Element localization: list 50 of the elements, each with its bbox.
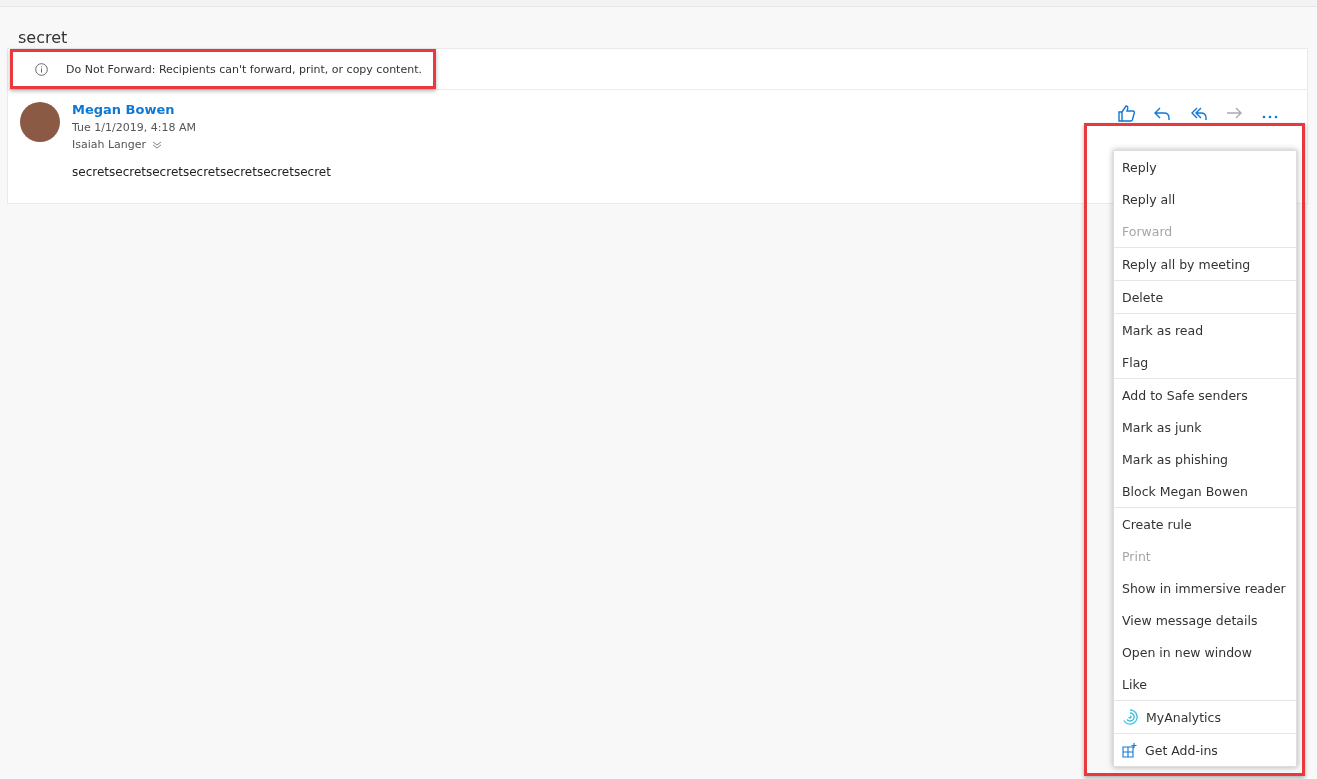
menu-item-label: Print bbox=[1122, 548, 1151, 564]
menu-item-label: Create rule bbox=[1122, 516, 1192, 532]
recipient-name: Isaiah Langer bbox=[72, 138, 147, 151]
more-icon bbox=[1262, 115, 1278, 119]
menu-item-label: Reply all by meeting bbox=[1122, 256, 1251, 272]
menu-item[interactable]: Delete bbox=[1114, 281, 1296, 313]
menu-item-label: Show in immersive reader bbox=[1122, 580, 1286, 596]
message-date: Tue 1/1/2019, 4:18 AM bbox=[72, 121, 197, 134]
menu-item[interactable]: Get Add-ins bbox=[1114, 734, 1296, 766]
message-subject: secret bbox=[17, 27, 69, 48]
menu-item-label: Mark as read bbox=[1122, 322, 1204, 338]
chevron-icon[interactable] bbox=[152, 140, 163, 149]
menu-item-label: Delete bbox=[1122, 289, 1164, 305]
menu-item-label: MyAnalytics bbox=[1146, 709, 1221, 725]
notice-text: Do Not Forward: Recipients can't forward, print, or copy content. bbox=[66, 62, 422, 76]
menu-item[interactable]: Mark as junk bbox=[1114, 411, 1296, 443]
menu-item[interactable]: Reply all by meeting bbox=[1114, 248, 1296, 280]
menu-item-label: Add to Safe senders bbox=[1122, 387, 1248, 403]
menu-item-label: Get Add-ins bbox=[1145, 742, 1218, 758]
thumbs-up-icon bbox=[1116, 103, 1136, 123]
menu-item-label: Open in new window bbox=[1122, 644, 1252, 660]
menu-item[interactable]: Create rule bbox=[1114, 508, 1296, 540]
menu-item[interactable]: Add to Safe senders bbox=[1114, 379, 1296, 411]
menu-item[interactable]: Reply bbox=[1114, 151, 1296, 183]
menu-item-label: Mark as junk bbox=[1122, 419, 1202, 435]
message-body: secretsecretsecretsecretsecretsecretsecret bbox=[72, 165, 332, 179]
spiral-icon bbox=[1122, 709, 1138, 725]
info-icon bbox=[35, 62, 48, 76]
sender-name[interactable]: Megan Bowen bbox=[72, 102, 1115, 117]
menu-item-label: Reply all bbox=[1122, 191, 1176, 207]
menu-item-label: Mark as phishing bbox=[1122, 451, 1229, 467]
menu-item[interactable]: Mark as phishing bbox=[1114, 443, 1296, 475]
menu-item[interactable]: MyAnalytics bbox=[1114, 701, 1296, 733]
grid-plus-icon bbox=[1122, 742, 1137, 758]
menu-item-label: Like bbox=[1122, 676, 1147, 692]
menu-item[interactable]: Like bbox=[1114, 668, 1296, 700]
menu-item[interactable]: Open in new window bbox=[1114, 636, 1296, 668]
avatar bbox=[20, 102, 60, 142]
like-button[interactable] bbox=[1115, 102, 1137, 124]
menu-item-label: Block Megan Bowen bbox=[1122, 483, 1248, 499]
menu-item[interactable]: Block Megan Bowen bbox=[1114, 475, 1296, 507]
menu-item[interactable]: Reply all bbox=[1114, 183, 1296, 215]
menu-item[interactable]: Mark as read bbox=[1114, 314, 1296, 346]
menu-item[interactable]: Show in immersive reader bbox=[1114, 572, 1296, 604]
menu-item[interactable]: View message details bbox=[1114, 604, 1296, 636]
menu-item-label: Reply bbox=[1122, 159, 1157, 175]
menu-item-label: View message details bbox=[1122, 612, 1258, 628]
menu-item[interactable]: Flag bbox=[1114, 346, 1296, 378]
menu-item-label: Flag bbox=[1122, 354, 1149, 370]
menu-item-label: Forward bbox=[1122, 223, 1173, 239]
